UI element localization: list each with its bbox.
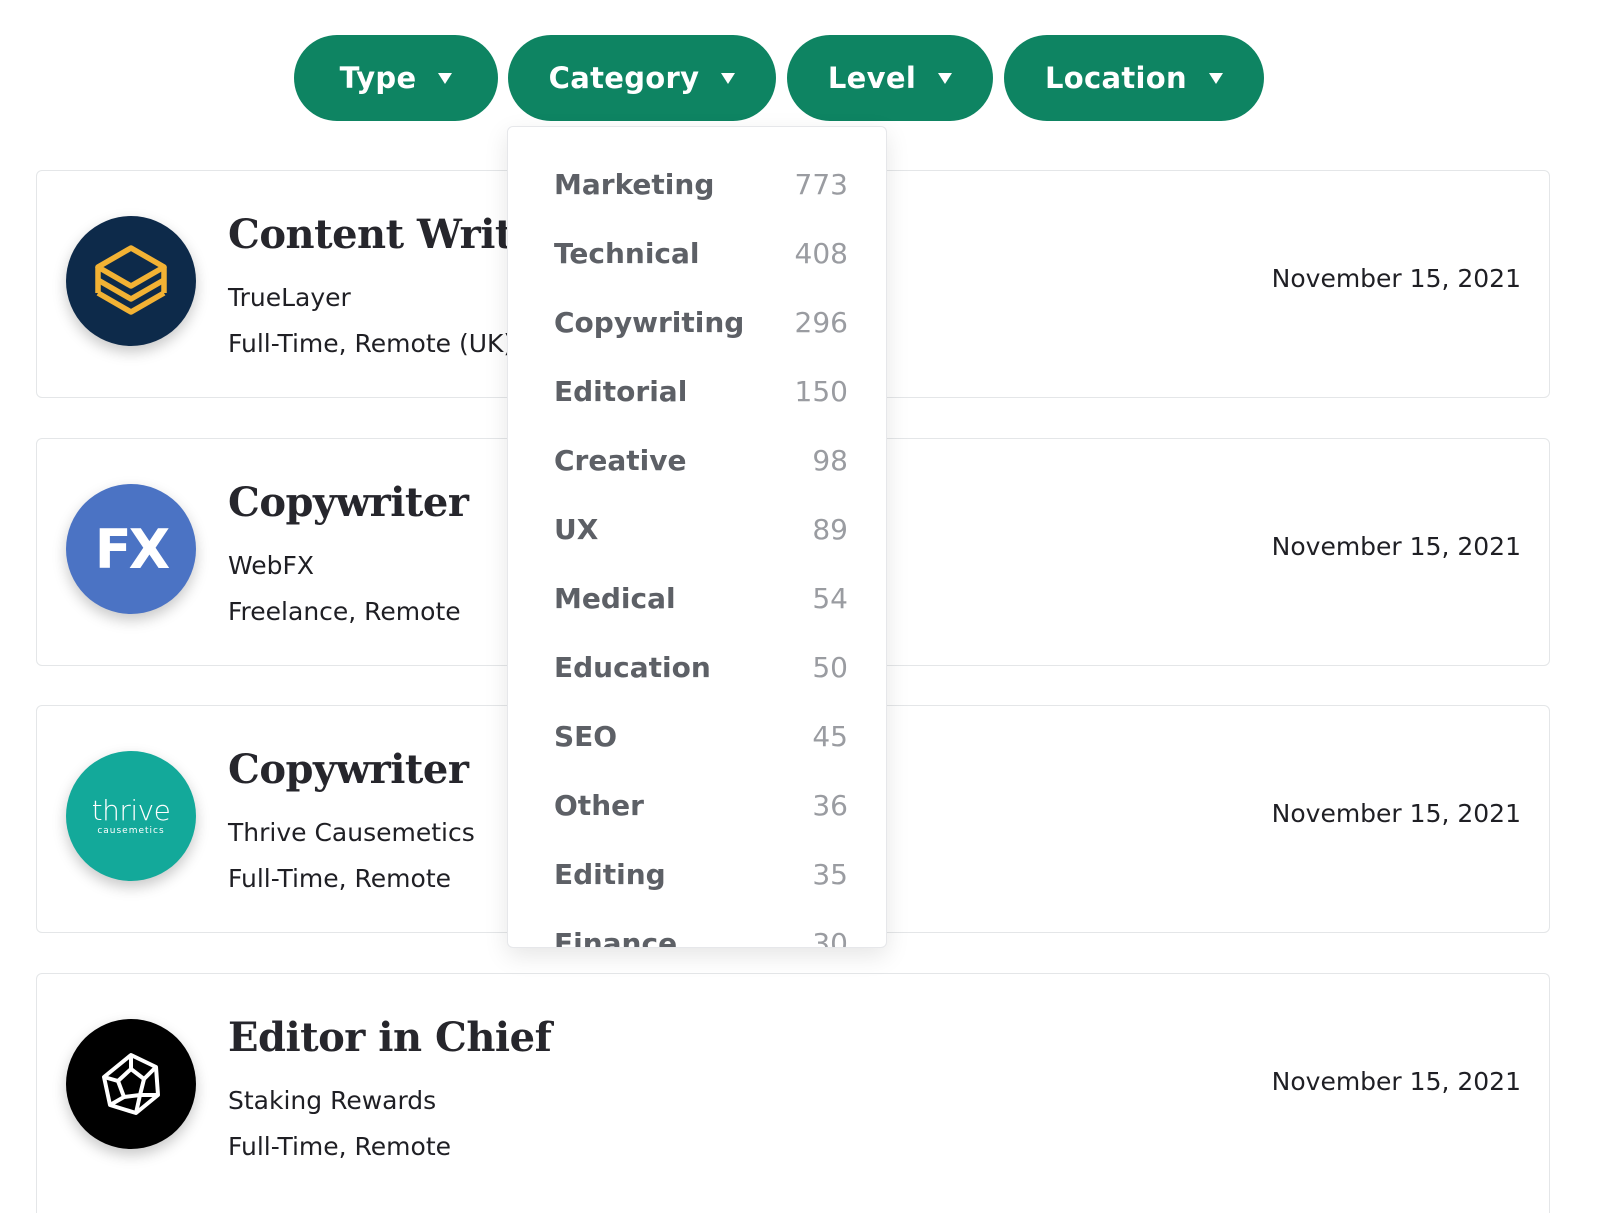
category-option-editorial[interactable]: Editorial 150 xyxy=(554,366,848,416)
category-option-other[interactable]: Other 36 xyxy=(554,780,848,830)
webfx-logo: FX xyxy=(66,484,196,614)
posted-date: November 15, 2021 xyxy=(1271,532,1521,561)
company-name: TrueLayer xyxy=(228,283,351,312)
level-filter-button[interactable]: Level xyxy=(787,35,993,121)
posted-date: November 15, 2021 xyxy=(1271,1067,1521,1096)
type-filter-label: Type xyxy=(339,61,417,95)
category-option-marketing[interactable]: Marketing 773 xyxy=(554,159,848,209)
category-option-label: Medical xyxy=(554,581,676,615)
thrive-logo: thrive causemetics xyxy=(66,751,196,881)
category-option-count: 45 xyxy=(812,719,848,753)
location-filter-button[interactable]: Location xyxy=(1004,35,1264,121)
category-option-count: 30 xyxy=(812,926,848,948)
category-option-medical[interactable]: Medical 54 xyxy=(554,573,848,623)
webfx-logo-text: FX xyxy=(94,517,171,581)
category-option-technical[interactable]: Technical 408 xyxy=(554,228,848,278)
posted-date: November 15, 2021 xyxy=(1271,264,1521,293)
caret-down-icon xyxy=(938,72,953,84)
caret-down-icon xyxy=(721,72,736,84)
category-option-label: Technical xyxy=(554,236,700,270)
category-filter-button[interactable]: Category xyxy=(508,35,776,121)
category-option-seo[interactable]: SEO 45 xyxy=(554,711,848,761)
category-option-finance[interactable]: Finance 30 xyxy=(554,918,848,948)
category-option-count: 36 xyxy=(812,788,848,822)
thrive-logo-text: thrive xyxy=(91,793,171,827)
category-option-creative[interactable]: Creative 98 xyxy=(554,435,848,485)
truelayer-stack-icon xyxy=(66,216,196,346)
company-name: WebFX xyxy=(228,551,315,580)
category-option-label: Other xyxy=(554,788,644,822)
job-title[interactable]: Copywriter xyxy=(228,479,469,526)
category-option-count: 773 xyxy=(794,167,848,201)
type-filter-button[interactable]: Type xyxy=(294,35,498,121)
category-option-label: Marketing xyxy=(554,167,715,201)
category-option-education[interactable]: Education 50 xyxy=(554,642,848,692)
category-option-count: 150 xyxy=(794,374,848,408)
job-type: Full-Time, Remote (UK) xyxy=(228,329,514,358)
category-option-label: Finance xyxy=(554,926,678,948)
category-option-ux[interactable]: UX 89 xyxy=(554,504,848,554)
category-option-count: 35 xyxy=(812,857,848,891)
category-option-count: 89 xyxy=(812,512,848,546)
job-card[interactable]: Editor in Chief Staking Rewards Full-Tim… xyxy=(36,973,1550,1213)
category-option-label: Editing xyxy=(554,857,666,891)
category-dropdown-menu[interactable]: Marketing 773 Technical 408 Copywriting … xyxy=(507,126,887,948)
job-title[interactable]: Editor in Chief xyxy=(228,1014,552,1061)
category-option-count: 408 xyxy=(794,236,848,270)
category-option-label: Education xyxy=(554,650,711,684)
category-option-copywriting[interactable]: Copywriting 296 xyxy=(554,297,848,347)
location-filter-label: Location xyxy=(1045,61,1187,95)
company-name: Thrive Causemetics xyxy=(228,818,475,847)
category-filter-label: Category xyxy=(548,61,700,95)
thrive-logo-subtext: causemetics xyxy=(97,825,165,836)
staking-rewards-icon xyxy=(66,1019,196,1149)
job-type: Full-Time, Remote xyxy=(228,864,452,893)
job-title[interactable]: Copywriter xyxy=(228,746,469,793)
category-option-label: SEO xyxy=(554,719,618,753)
category-option-label: Copywriting xyxy=(554,305,745,339)
category-option-label: UX xyxy=(554,512,599,546)
caret-down-icon xyxy=(438,72,453,84)
category-option-label: Editorial xyxy=(554,374,688,408)
company-name: Staking Rewards xyxy=(228,1086,437,1115)
category-option-count: 98 xyxy=(812,443,848,477)
posted-date: November 15, 2021 xyxy=(1271,799,1521,828)
category-option-count: 296 xyxy=(794,305,848,339)
category-option-count: 50 xyxy=(812,650,848,684)
caret-down-icon xyxy=(1208,72,1223,84)
level-filter-label: Level xyxy=(827,61,917,95)
category-option-label: Creative xyxy=(554,443,687,477)
filter-bar: Type Category Level Location xyxy=(0,35,1600,121)
job-type: Full-Time, Remote xyxy=(228,1132,452,1161)
category-option-count: 54 xyxy=(812,581,848,615)
category-option-editing[interactable]: Editing 35 xyxy=(554,849,848,899)
job-type: Freelance, Remote xyxy=(228,597,461,626)
